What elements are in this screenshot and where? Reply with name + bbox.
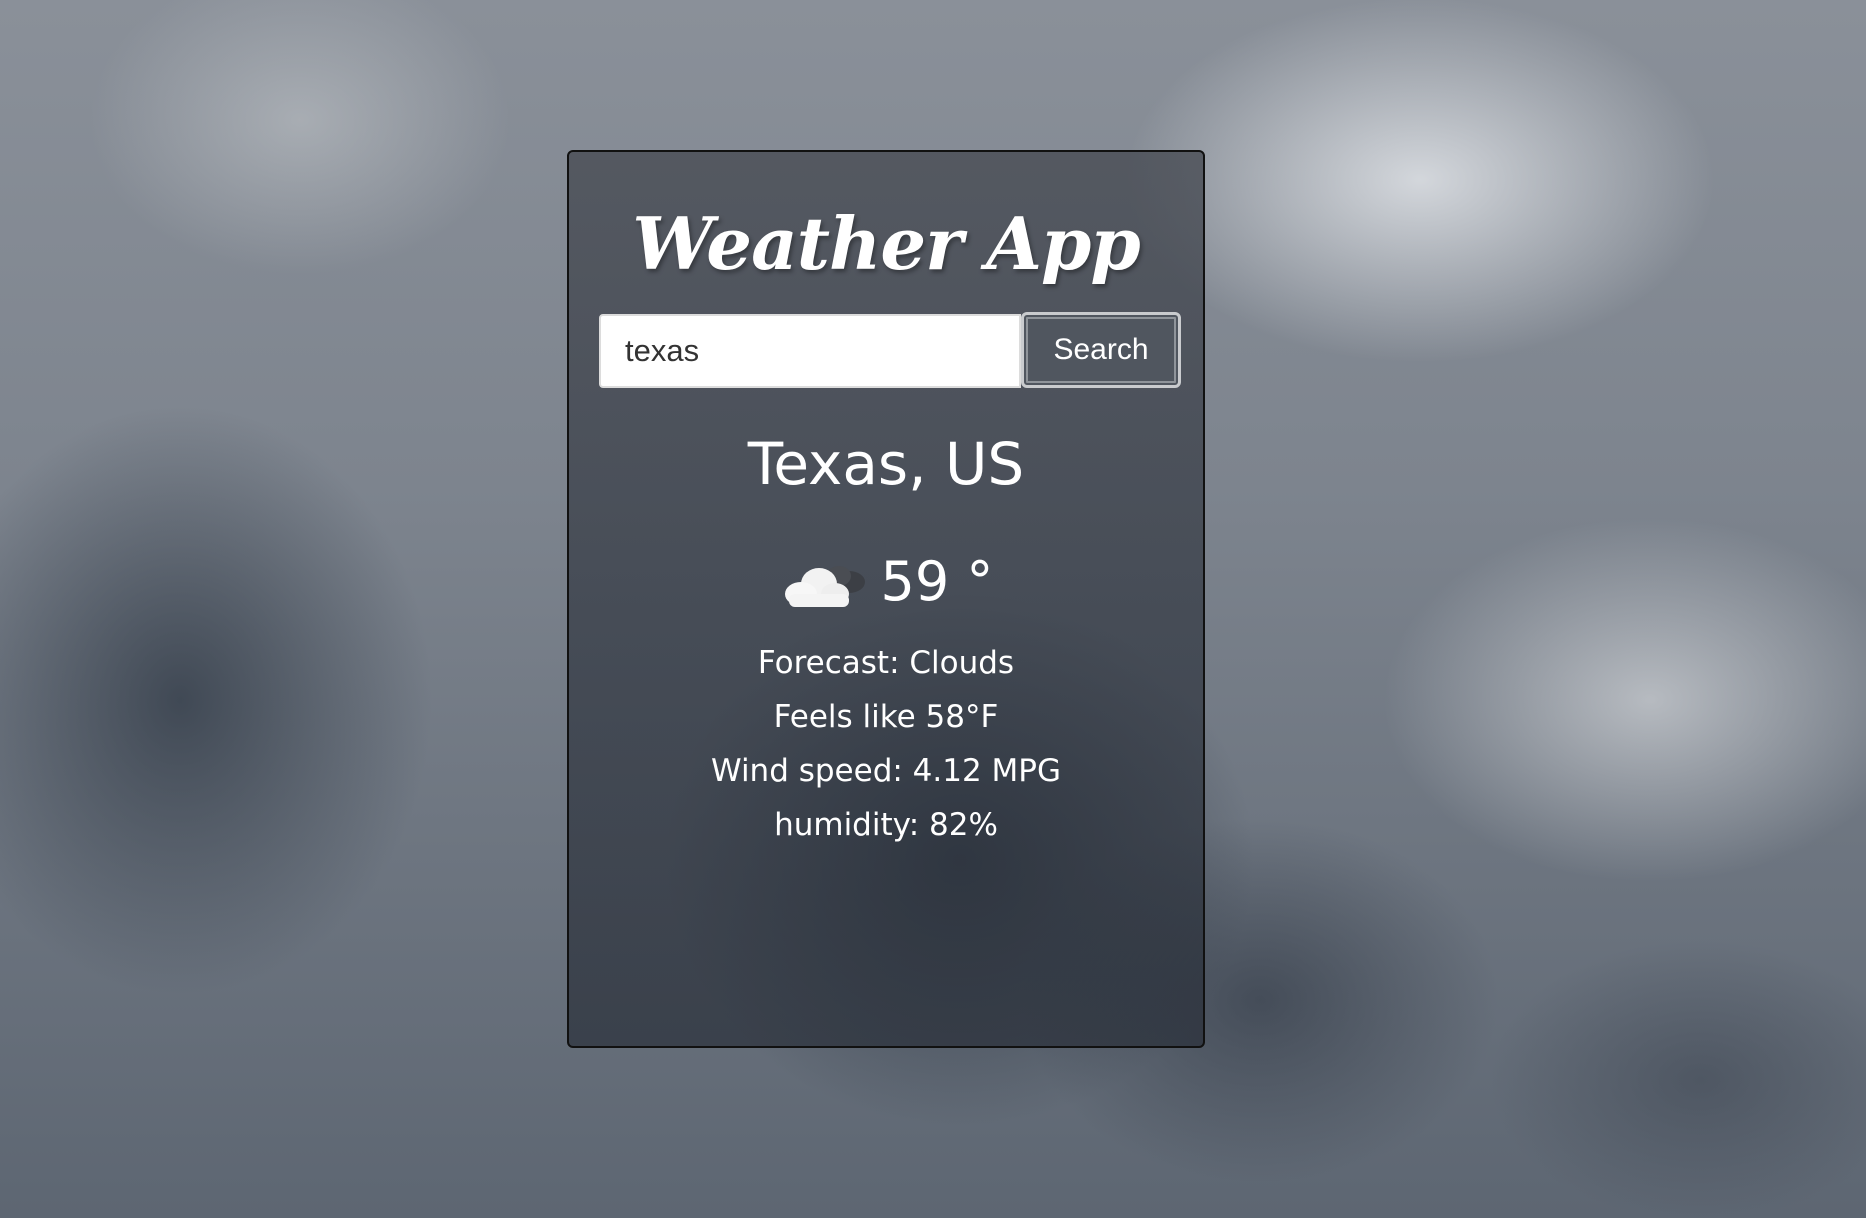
forecast-text: Forecast: Clouds (757, 645, 1015, 681)
wind-speed-text: Wind speed: 4.12 MPG (710, 753, 1062, 789)
cloud-icon (784, 565, 865, 607)
search-button[interactable]: Search (1021, 312, 1181, 388)
humidity-text: humidity: 82% (774, 807, 998, 843)
weather-card: Weather App Search Texas, US 59 ° Foreca… (567, 150, 1205, 1048)
app-title: Weather App (632, 201, 1140, 286)
search-bar: Search (599, 312, 1181, 390)
temperature-row: 59 ° (569, 550, 1203, 613)
temperature-value: 59 ° (880, 550, 994, 613)
search-input[interactable] (599, 314, 1021, 388)
feels-like-text: Feels like 58°F (773, 699, 999, 735)
weather-details: Forecast: Clouds Feels like 58°F Wind sp… (569, 636, 1203, 852)
location-name: Texas, US (747, 430, 1025, 498)
